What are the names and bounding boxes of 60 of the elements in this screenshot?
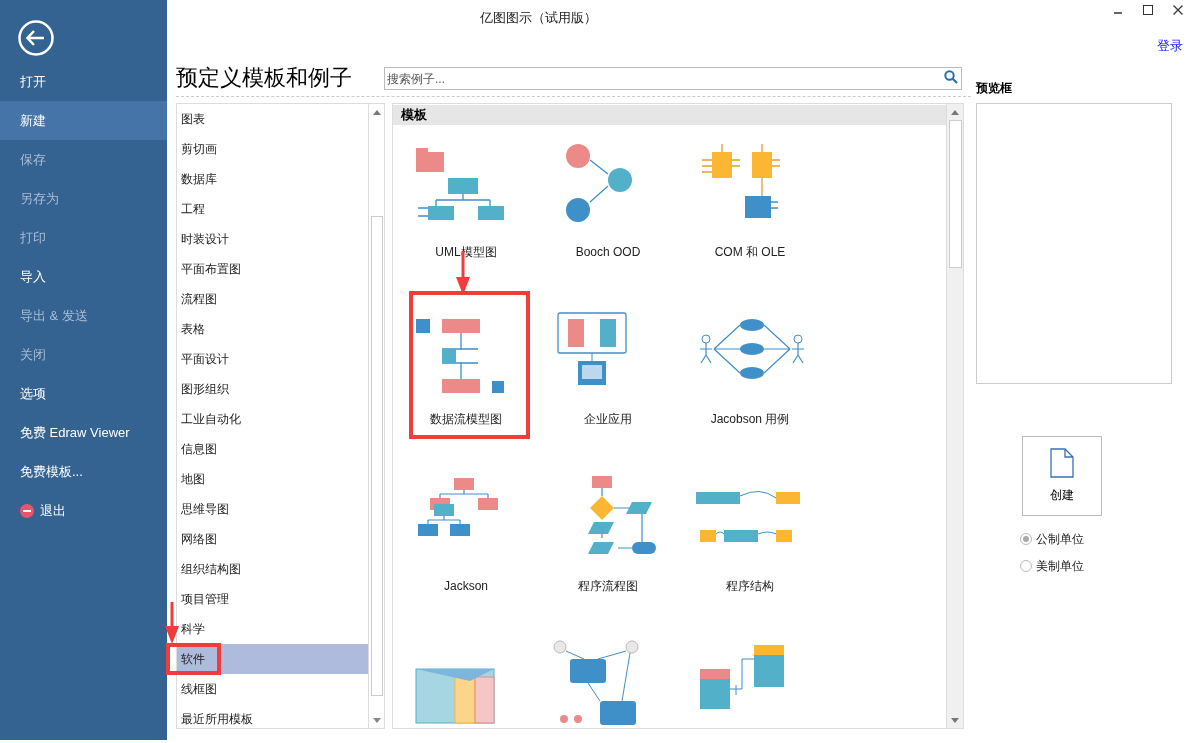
unit-radio[interactable]: 美制单位 <box>1020 557 1172 575</box>
category-item[interactable]: 科学 <box>177 614 368 644</box>
category-item[interactable]: 项目管理 <box>177 584 368 614</box>
radio-button[interactable] <box>1020 560 1032 572</box>
category-item[interactable]: 工业自动化 <box>177 404 368 434</box>
template-label[interactable]: COM 和 OLE <box>714 237 786 266</box>
category-item[interactable]: 软件 <box>177 644 368 674</box>
search-field[interactable]: 搜索例子... <box>384 67 962 90</box>
radio-button[interactable] <box>1020 533 1032 545</box>
search-icon[interactable] <box>944 69 958 84</box>
category-item[interactable]: 最近所用模板 <box>177 704 368 734</box>
template-label[interactable]: Jacobson 用例 <box>710 404 790 433</box>
category-item[interactable]: 剪切画 <box>177 134 368 164</box>
radio-label: 公制单位 <box>1036 531 1084 548</box>
radio-label: 美制单位 <box>1036 558 1084 575</box>
create-button[interactable]: 创建 <box>1022 436 1102 516</box>
category-item[interactable]: 组织结构图 <box>177 554 368 584</box>
template-label[interactable]: 数据流模型图 <box>430 404 502 433</box>
template-label[interactable]: Booch OOD <box>575 237 641 266</box>
annotation-arrow <box>165 602 179 644</box>
category-item[interactable]: 图形组织 <box>177 374 368 404</box>
sidebar-item[interactable]: 选项 <box>0 374 167 413</box>
page-heading: 预定义模板和例子 <box>176 63 353 92</box>
back-icon[interactable] <box>18 20 54 56</box>
template-label[interactable]: Jackson <box>444 571 488 600</box>
sidebar-item[interactable]: 免费模板... <box>0 452 167 491</box>
category-item[interactable]: 流程图 <box>177 284 368 314</box>
category-item[interactable]: 信息图 <box>177 434 368 464</box>
category-item[interactable]: 时装设计 <box>177 224 368 254</box>
exit-item[interactable]: 退出 <box>0 491 167 530</box>
template-label[interactable]: 程序流程图 <box>578 571 638 600</box>
category-item[interactable]: 表格 <box>177 314 368 344</box>
scroll-thumb[interactable] <box>370 216 383 696</box>
category-item[interactable]: 网络图 <box>177 524 368 554</box>
unit-radio[interactable]: 公制单位 <box>1020 530 1172 548</box>
exit-icon <box>20 503 34 518</box>
window-title: 亿图图示（试用版） <box>480 9 597 27</box>
sidebar-item[interactable]: 打开 <box>0 62 167 101</box>
sidebar-item[interactable]: 新建 <box>0 101 167 140</box>
category-item[interactable]: 地图 <box>177 464 368 494</box>
category-item[interactable]: 数据库 <box>177 164 368 194</box>
scrollbar[interactable] <box>946 104 963 728</box>
document-icon <box>1050 448 1074 478</box>
sidebar-item[interactable]: 导入 <box>0 257 167 296</box>
category-item[interactable]: 图表 <box>177 104 368 134</box>
scroll-thumb[interactable] <box>948 120 962 268</box>
close-icon[interactable] <box>1173 5 1183 15</box>
category-item[interactable]: 平面布置图 <box>177 254 368 284</box>
preview-title: 预览框 <box>976 80 1013 97</box>
login-link[interactable]: 登录 <box>1157 36 1183 56</box>
category-item[interactable]: 平面设计 <box>177 344 368 374</box>
maximize-icon[interactable] <box>1143 5 1153 15</box>
section-header: 模板 <box>393 105 946 125</box>
template-label[interactable]: 程序结构 <box>726 571 774 600</box>
sidebar-item[interactable]: 免费 Edraw Viewer <box>0 413 167 452</box>
scrollbar[interactable] <box>368 104 384 728</box>
category-item[interactable]: 思维导图 <box>177 494 368 524</box>
template-label[interactable]: 企业应用 <box>584 404 632 433</box>
category-item[interactable]: 线框图 <box>177 674 368 704</box>
category-item[interactable]: 工程 <box>177 194 368 224</box>
